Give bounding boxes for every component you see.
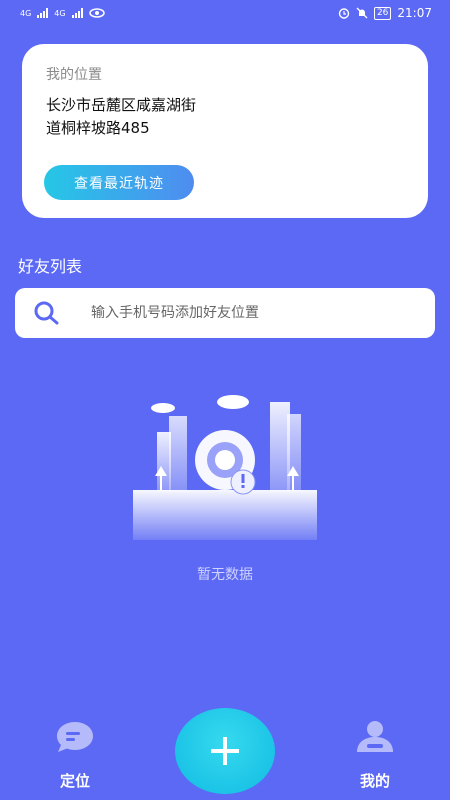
nav-label-mine: 我的 [359, 772, 390, 790]
bottom-nav: 定位 我的 [0, 700, 450, 800]
search-icon [34, 301, 59, 325]
status-bar-left: 4G 4G [20, 8, 105, 18]
nav-item-locate[interactable]: 定位 [35, 720, 115, 791]
address-line-2: 道桐梓坡路485 [46, 119, 150, 137]
address-line-1: 长沙市岳麓区咸嘉湖街 [46, 96, 197, 114]
empty-state-text: 暂无数据 [197, 567, 253, 583]
eye-icon [88, 8, 105, 18]
battery-indicator: 26 [373, 6, 392, 20]
network-indicator-2: 4G [54, 8, 66, 18]
friend-search-bar[interactable] [15, 288, 435, 338]
location-address: 长沙市岳麓区咸嘉湖街 道桐梓坡路485 [46, 94, 276, 140]
plus-icon [211, 737, 239, 765]
user-icon [357, 721, 393, 752]
nav-label-locate: 定位 [59, 772, 90, 790]
signal-icon-2 [71, 8, 83, 18]
empty-state-illustration [133, 395, 317, 540]
view-recent-track-button[interactable]: 查看最近轨迹 [44, 165, 194, 200]
network-indicator-1: 4G [20, 8, 32, 18]
phone-search-input[interactable] [91, 305, 411, 321]
chat-bubble-icon [57, 722, 93, 752]
add-friend-fab[interactable] [175, 708, 275, 794]
mute-bell-icon [356, 7, 368, 19]
alarm-icon [338, 8, 350, 19]
clock: 21:07 [397, 6, 432, 20]
my-location-label: 我的位置 [46, 67, 102, 83]
friends-list-title: 好友列表 [18, 257, 83, 276]
my-location-card: 我的位置 长沙市岳麓区咸嘉湖街 道桐梓坡路485 查看最近轨迹 [22, 44, 428, 218]
status-bar-right: 26 21:07 [338, 6, 432, 20]
nav-item-mine[interactable]: 我的 [335, 720, 415, 791]
signal-icon [37, 8, 49, 18]
status-bar: 4G 4G 26 21:07 [0, 0, 450, 26]
